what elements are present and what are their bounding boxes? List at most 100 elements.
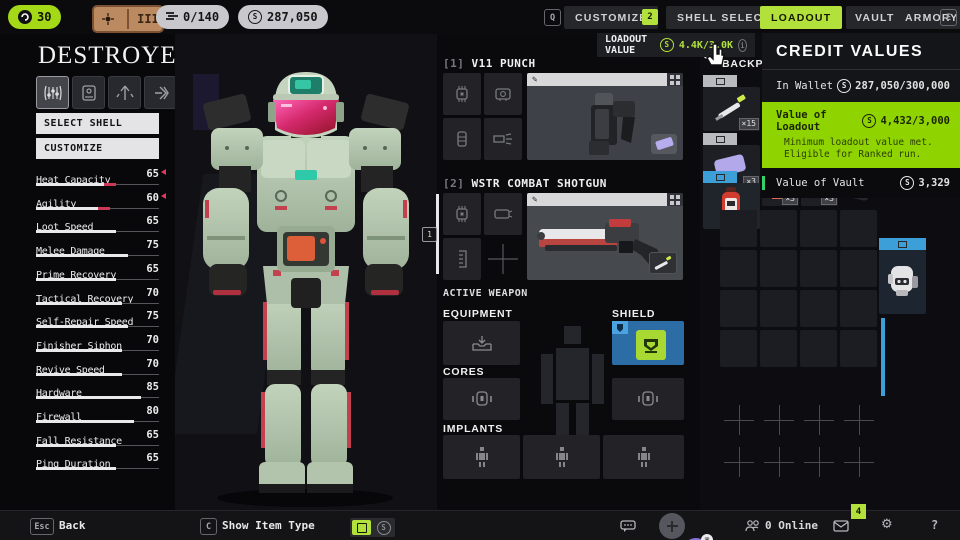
stat-value: 65	[146, 452, 159, 464]
weapon-charm-item[interactable]	[649, 252, 677, 274]
attachment-slot-chip-2[interactable]	[443, 193, 481, 235]
upgrade-button[interactable]	[108, 76, 141, 109]
implant-slot-2[interactable]	[523, 435, 600, 479]
customize-shell-button[interactable]: CUSTOMIZE	[36, 138, 159, 159]
scrap-count-pill: 0/140	[156, 5, 229, 29]
vault-tick	[762, 176, 765, 190]
tab-loadout[interactable]: LOADOUT	[760, 6, 842, 29]
item-tab	[703, 133, 737, 145]
secondary-weapon-preview[interactable]	[527, 193, 683, 280]
credit-icon	[660, 38, 674, 52]
tab-vault[interactable]: VAULT	[846, 6, 903, 29]
backpack-empty-slot[interactable]	[720, 250, 757, 287]
stat-row: Revive Speed 70	[36, 358, 159, 381]
backpack-empty-slot[interactable]	[800, 290, 837, 327]
horizontal-magazine-icon	[492, 207, 514, 221]
stat-value: 65	[146, 263, 159, 275]
primary-weapon-name: [1] V11 PUNCH	[443, 57, 536, 70]
shell-card-icon	[81, 85, 97, 101]
implant-slot-1[interactable]	[443, 435, 520, 479]
mail-icon[interactable]	[833, 520, 849, 532]
backpack-empty-slot[interactable]	[720, 290, 757, 327]
value-of-loadout-value: 4,432/3,000	[880, 115, 950, 127]
shell-card-button[interactable]	[72, 76, 105, 109]
expansion-slot	[804, 447, 834, 477]
backpack-empty-slot[interactable]	[800, 210, 837, 247]
attachment-slot-empty[interactable]	[484, 238, 522, 280]
online-count: 0 Online	[765, 519, 818, 532]
primary-weapon-preview[interactable]	[527, 73, 683, 160]
skip-button[interactable]	[144, 76, 177, 109]
attachment-slot-magazine[interactable]	[443, 118, 481, 160]
credit-filter-chip[interactable]	[374, 520, 393, 535]
player-level-pill: 30	[8, 5, 61, 29]
avatar-badge-icon: ♛	[701, 534, 713, 540]
customize-badge: 2	[642, 9, 658, 25]
chat-icon[interactable]	[620, 520, 636, 532]
backpack-empty-slot[interactable]	[720, 330, 757, 367]
stat-bar	[36, 254, 128, 257]
secondary-weapon-hotkey: [2]	[443, 177, 464, 190]
attachment-slot-magazine-2[interactable]	[484, 193, 522, 235]
core-slot-1[interactable]	[443, 378, 520, 420]
shield-slot[interactable]	[612, 321, 684, 365]
backpack-empty-slot[interactable]	[720, 210, 757, 247]
core-slot-2[interactable]	[612, 378, 684, 420]
backpack-empty-slot[interactable]	[840, 250, 877, 287]
backpack-empty-slot[interactable]	[760, 250, 797, 287]
implant-icon	[636, 446, 652, 468]
credit-values-title: CREDIT VALUES	[762, 33, 960, 69]
backpack-item-robot-head[interactable]	[879, 250, 926, 314]
body-silhouette-torso	[556, 348, 589, 400]
backpack-empty-slot[interactable]	[840, 290, 877, 327]
add-party-member-button[interactable]	[659, 513, 685, 539]
edit-strip	[527, 73, 667, 86]
equipment-slot[interactable]	[443, 321, 520, 365]
item-type-chips[interactable]	[350, 518, 395, 537]
backpack-empty-slot[interactable]	[760, 330, 797, 367]
core-icon	[635, 389, 661, 409]
help-button[interactable]: ?	[931, 518, 938, 532]
credit-icon	[248, 10, 262, 24]
loadout-value-label: LOADOUT VALUE	[605, 34, 655, 56]
select-shell-button[interactable]: SELECT SHELL	[36, 113, 159, 134]
back-button[interactable]: Back	[59, 519, 86, 532]
implant-slot-3[interactable]	[603, 435, 684, 479]
stat-row: Hardware 85	[36, 381, 159, 404]
sliders-icon	[44, 85, 62, 101]
backpack-item-stim-pen[interactable]: ×15	[703, 87, 760, 131]
backpack-empty-slot[interactable]	[840, 330, 877, 367]
backpack-empty-slot[interactable]	[840, 210, 877, 247]
stat-bar	[36, 278, 116, 281]
backpack-scrollbar[interactable]	[881, 318, 885, 396]
double-chevron-icon	[153, 86, 169, 100]
character-viewport[interactable]	[175, 34, 437, 510]
backpack-empty-slot[interactable]	[800, 250, 837, 287]
mouse-cursor	[704, 42, 728, 70]
stat-bar	[36, 396, 141, 399]
attachment-slot-muzzle[interactable]	[484, 118, 522, 160]
backpack-empty-slot[interactable]	[760, 210, 797, 247]
stats-tab-button[interactable]	[36, 76, 69, 109]
shield-item[interactable]	[636, 330, 666, 360]
backpack-empty-slot[interactable]	[800, 330, 837, 367]
show-item-type-toggle[interactable]: Show Item Type	[222, 519, 315, 532]
attachment-slot-sight[interactable]	[484, 73, 522, 115]
marker-item-icon	[655, 137, 674, 151]
weapon-skin-item[interactable]	[651, 134, 677, 154]
item-type-on-chip[interactable]	[352, 520, 371, 535]
stat-row: Ping Duration 65	[36, 452, 159, 475]
credit-icon	[900, 176, 914, 190]
stat-bar	[36, 349, 122, 352]
active-weapon-badge: 1	[422, 227, 437, 242]
body-silhouette-arm	[541, 354, 553, 404]
info-icon[interactable]	[738, 39, 747, 52]
pen-item-icon	[650, 253, 674, 271]
attachment-slot-stock[interactable]	[443, 238, 481, 280]
stat-bar	[36, 302, 122, 305]
attachment-slot-chip[interactable]	[443, 73, 481, 115]
top-bar: 30 III 0/140 287,050 Q CUSTOMIZE 2 SHELL…	[0, 0, 960, 34]
settings-gear-icon[interactable]: ⚙	[881, 517, 893, 532]
backpack-empty-slot[interactable]	[760, 290, 797, 327]
tier-dot-icon	[94, 9, 122, 29]
